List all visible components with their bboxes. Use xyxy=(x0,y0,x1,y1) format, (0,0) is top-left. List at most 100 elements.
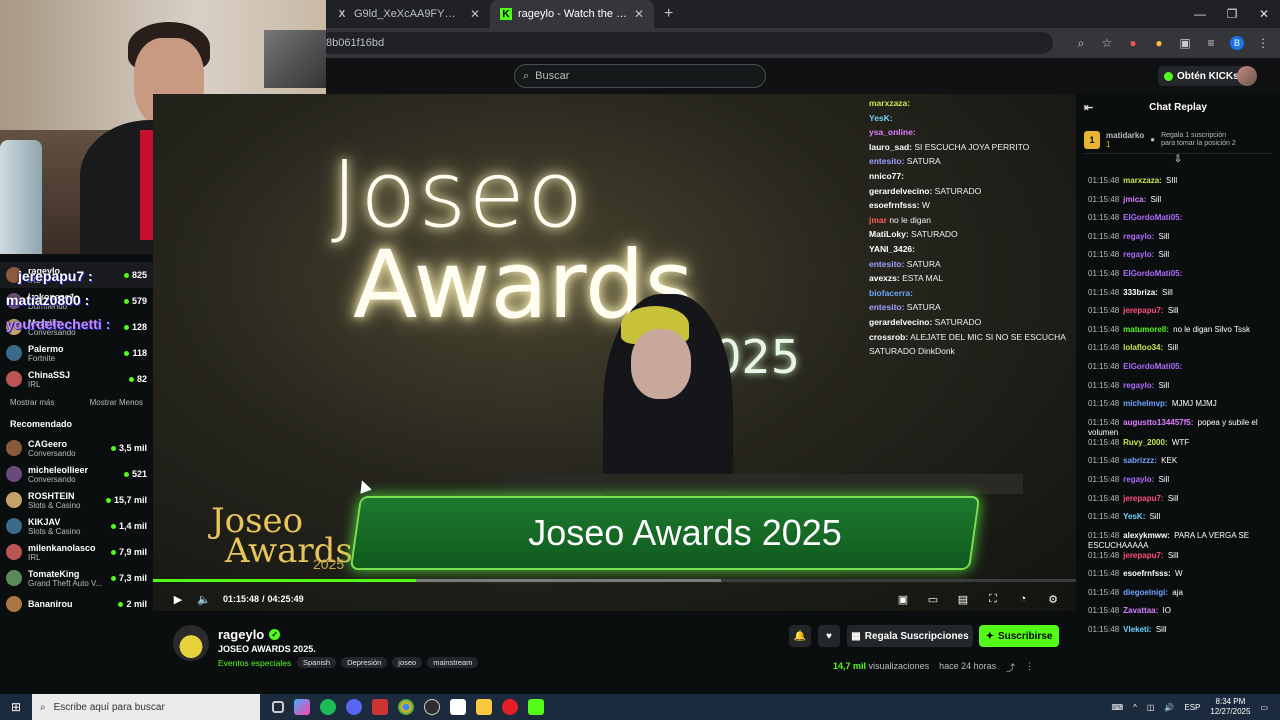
discord-icon[interactable] xyxy=(346,699,362,715)
chat-username[interactable]: matumorell: xyxy=(1123,325,1169,334)
windows-start-icon[interactable]: ⊞ xyxy=(0,700,32,714)
chat-username[interactable]: Zavattaa: xyxy=(1123,606,1158,615)
network-icon[interactable]: ◫ xyxy=(1147,703,1155,712)
sidebar-item[interactable]: ChinaSSJ IRL 82 xyxy=(0,366,153,392)
chrome-icon[interactable] xyxy=(398,699,414,715)
sidebar-item[interactable]: KIKJAV Slots & Casino 1,4 mil xyxy=(0,513,153,539)
chat-username[interactable]: esoefrnfsss: xyxy=(1123,569,1171,578)
sidebar-item[interactable]: TomateKing Grand Theft Auto V... 7,3 mil xyxy=(0,565,153,591)
stream-tag[interactable]: mainstream xyxy=(427,657,479,668)
notifications-icon[interactable]: ▭ xyxy=(1260,703,1268,712)
chat-username[interactable]: 333briza: xyxy=(1123,288,1158,297)
stream-tag[interactable]: joseo xyxy=(392,657,423,668)
picture-in-picture-icon[interactable]: ▣ xyxy=(890,593,916,606)
channel-name[interactable]: rageylo xyxy=(218,627,264,642)
sidebar-item[interactable]: CAGeero Conversando 3,5 mil xyxy=(0,435,153,461)
keyboard-icon[interactable]: ⌨ xyxy=(1112,703,1124,712)
stream-category[interactable]: Eventos especiales xyxy=(218,658,291,668)
obs-icon[interactable] xyxy=(424,699,440,715)
chat-username[interactable]: jerepapu7: xyxy=(1123,551,1163,560)
copilot-icon[interactable] xyxy=(294,699,310,715)
profile-avatar[interactable]: B xyxy=(1230,36,1244,50)
chat-username[interactable]: ElGordoMati05: xyxy=(1123,362,1182,371)
notifications-button[interactable]: 🔔 xyxy=(789,625,811,647)
chat-username[interactable]: regaylo: xyxy=(1123,475,1154,484)
stream-tag[interactable]: Depresión xyxy=(341,657,388,668)
capcut-icon[interactable] xyxy=(450,699,466,715)
share-icon[interactable]: ⤴ xyxy=(1006,661,1015,674)
voice-app-icon[interactable] xyxy=(372,699,388,715)
video-player[interactable]: Joseo Awards 2025 Joseo Awards 2025 Jose… xyxy=(153,94,1076,611)
taskbar-search[interactable]: ⌕ Escribe aquí para buscar xyxy=(32,694,260,720)
chat-username[interactable]: alexykmww: xyxy=(1123,531,1170,540)
chat-username[interactable]: Vleketi: xyxy=(1123,625,1151,634)
chat-username[interactable]: marxzaza: xyxy=(1123,176,1162,185)
close-window-icon[interactable]: ✕ xyxy=(1248,7,1280,21)
stream-tag[interactable]: Spanish xyxy=(297,657,337,668)
theater-mode-icon[interactable]: ▤ xyxy=(950,593,976,606)
clock[interactable]: 8:34 PM 12/27/2025 xyxy=(1210,697,1250,717)
file-explorer-icon[interactable] xyxy=(476,699,492,715)
search-input[interactable]: ⌕ Buscar xyxy=(514,64,766,88)
more-options-icon[interactable]: ⋮ xyxy=(1025,661,1034,674)
video-progress-bar[interactable] xyxy=(153,579,1076,582)
scroll-down-icon[interactable]: ⇩ xyxy=(1076,154,1280,165)
volume-tray-icon[interactable]: 🔊 xyxy=(1164,703,1174,712)
leader-name[interactable]: matidarko xyxy=(1106,131,1144,140)
get-kicks-button[interactable]: Obtén KICKs xyxy=(1158,66,1245,86)
chat-username[interactable]: ElGordoMati05: xyxy=(1123,213,1182,222)
chat-username[interactable]: augustto134457f5: xyxy=(1123,418,1193,427)
task-view-icon[interactable] xyxy=(272,701,284,713)
sidebar-item[interactable]: milenkanolasco IRL 7,9 mil xyxy=(0,539,153,565)
volume-icon[interactable]: 🔈 xyxy=(191,593,217,606)
chat-username[interactable]: Ruvy_2000: xyxy=(1123,438,1167,447)
sidebar-item[interactable]: Palermo Fortnite 118 xyxy=(0,340,153,366)
puzzle-icon[interactable]: ▣ xyxy=(1178,36,1192,50)
chat-username[interactable]: michelmvp: xyxy=(1123,399,1167,408)
kick-app-icon[interactable] xyxy=(528,699,544,715)
clip-icon[interactable]: ▭ xyxy=(920,593,946,606)
address-bar[interactable]: 8b061f16bd xyxy=(318,32,1053,54)
gift-subs-button[interactable]: ▦ Regala Suscripciones xyxy=(847,625,973,647)
restore-icon[interactable]: ❐ xyxy=(1216,7,1248,21)
chat-username[interactable]: lolafloo34: xyxy=(1123,343,1163,352)
show-less-link[interactable]: Mostrar Menos xyxy=(90,398,143,407)
subscribe-button[interactable]: ✦ Suscribirse xyxy=(979,625,1059,647)
play-icon[interactable]: ▶ xyxy=(165,593,191,606)
extension-icon[interactable]: ● xyxy=(1152,36,1166,50)
settings-gear-icon[interactable]: ⚙ xyxy=(1040,593,1066,606)
playback-speed-icon[interactable]: ◔ xyxy=(1010,593,1036,606)
sidebar-item[interactable]: micheleollieer Conversando 521 xyxy=(0,461,153,487)
chat-username[interactable]: ElGordoMati05: xyxy=(1123,269,1182,278)
collapse-chat-icon[interactable]: ⇤ xyxy=(1084,101,1093,114)
close-tab-icon[interactable]: ✕ xyxy=(470,7,480,21)
channel-avatar[interactable] xyxy=(173,625,209,661)
follow-button[interactable]: ♥ xyxy=(818,625,840,647)
sidebar-item[interactable]: ROSHTEIN Slots & Casino 15,7 mil xyxy=(0,487,153,513)
chat-username[interactable]: YesK: xyxy=(1123,512,1145,521)
chat-username[interactable]: regaylo: xyxy=(1123,232,1154,241)
bookmark-star-icon[interactable]: ☆ xyxy=(1100,36,1114,50)
tab-image[interactable]: X G9ld_XeXcAA9FYM (1152×2048) ✕ xyxy=(326,0,490,28)
chat-username[interactable]: regaylo: xyxy=(1123,381,1154,390)
chat-username[interactable]: sabrizzz: xyxy=(1123,456,1157,465)
chat-username[interactable]: jerepapu7: xyxy=(1123,494,1163,503)
zoom-icon[interactable]: ⌕ xyxy=(1074,36,1088,51)
extension-icon[interactable]: ● xyxy=(1126,36,1140,50)
language-indicator[interactable]: ESP xyxy=(1184,703,1200,712)
more-menu-icon[interactable]: ⋮ xyxy=(1256,36,1270,50)
opera-icon[interactable] xyxy=(502,699,518,715)
fullscreen-icon[interactable]: ⛶ xyxy=(980,593,1006,606)
chat-username[interactable]: jerepapu7: xyxy=(1123,306,1163,315)
tab-kick[interactable]: K rageylo - Watch the VOD on Kick ✕ xyxy=(490,0,654,28)
user-avatar[interactable] xyxy=(1237,66,1257,86)
new-tab-button[interactable]: + xyxy=(654,5,683,23)
tray-expand-icon[interactable]: ^ xyxy=(1133,703,1137,712)
sidebar-item[interactable]: Bananirou 2 mil xyxy=(0,591,153,617)
chat-username[interactable]: regaylo: xyxy=(1123,250,1154,259)
chat-username[interactable]: jmica: xyxy=(1123,195,1146,204)
minimize-icon[interactable]: — xyxy=(1184,7,1216,21)
spotify-icon[interactable] xyxy=(320,699,336,715)
media-icon[interactable]: ≡ xyxy=(1204,36,1218,50)
chat-username[interactable]: diegoelnigi: xyxy=(1123,588,1168,597)
